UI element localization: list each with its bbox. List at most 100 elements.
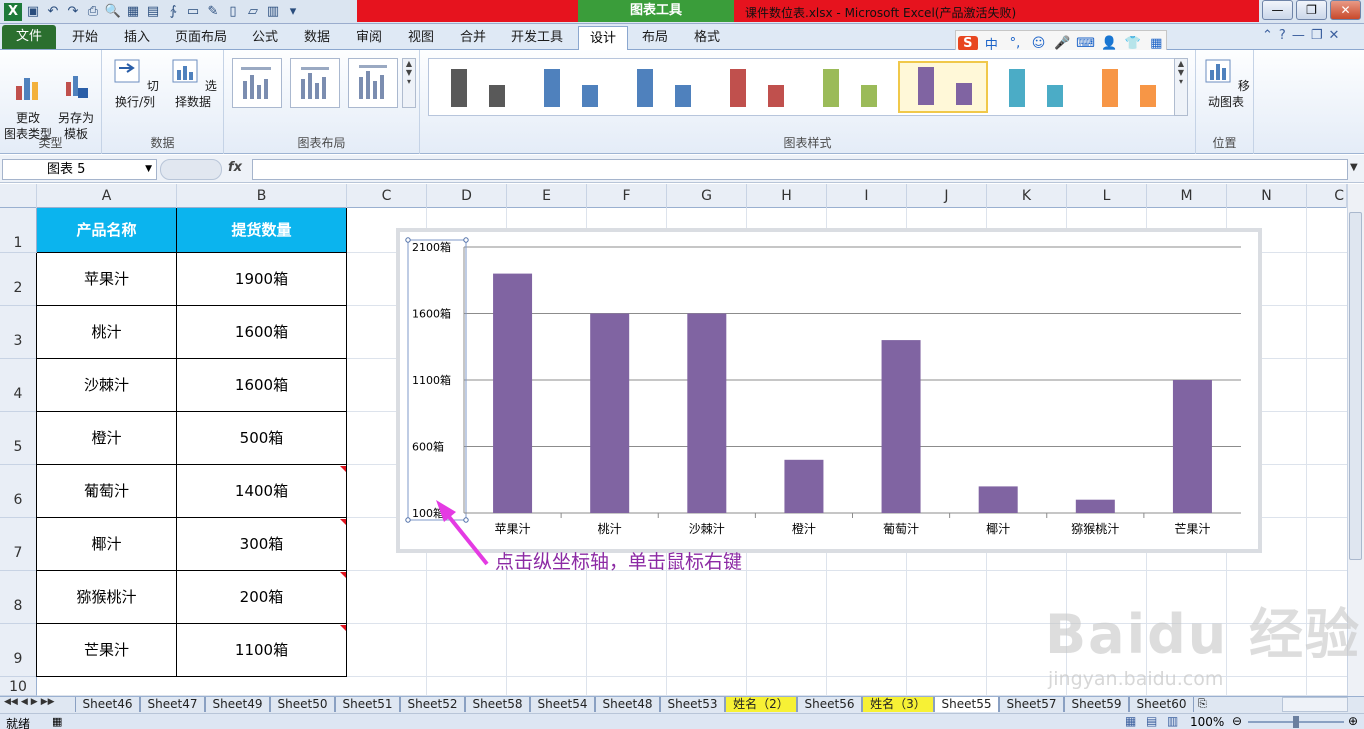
- layout-gallery-scroll[interactable]: ▲ ▼ ▾: [402, 58, 416, 108]
- first-sheet-icon[interactable]: ◀◀: [4, 697, 18, 707]
- sheet-tab[interactable]: 姓名（2）: [725, 697, 797, 712]
- select-all-corner[interactable]: [0, 184, 37, 208]
- doc-restore-icon[interactable]: ❐: [1311, 28, 1323, 43]
- doc-minimize-icon[interactable]: —: [1292, 28, 1305, 43]
- chart-layout-2[interactable]: [290, 58, 340, 108]
- sheet-tab[interactable]: Sheet46: [75, 697, 140, 712]
- comment-indicator[interactable]: [340, 466, 346, 472]
- chart-style-7[interactable]: [991, 61, 1081, 113]
- save-icon[interactable]: ▣: [24, 3, 42, 21]
- excel-app-icon[interactable]: X: [4, 3, 22, 21]
- column-header-c[interactable]: C: [347, 184, 427, 208]
- calculator-icon[interactable]: ▤: [144, 3, 162, 21]
- tab-data[interactable]: 数据: [294, 26, 340, 50]
- restore-button[interactable]: ❐: [1296, 0, 1327, 20]
- table-cell-product[interactable]: 猕猴桃汁: [37, 571, 177, 624]
- collapse-ribbon-icon[interactable]: ⌃: [1262, 28, 1273, 43]
- table-cell-product[interactable]: 沙棘汁: [37, 359, 177, 412]
- table-cell-product[interactable]: 葡萄汁: [37, 465, 177, 518]
- move-chart-button[interactable]: 移动图表: [1198, 56, 1254, 110]
- tab-file[interactable]: 文件: [2, 25, 56, 49]
- table-cell-quantity[interactable]: 1900箱: [177, 253, 347, 306]
- sheet-tab[interactable]: Sheet54: [530, 697, 595, 712]
- document-icon[interactable]: ▯: [224, 3, 242, 21]
- zoom-slider-thumb[interactable]: [1293, 716, 1299, 728]
- formula-bar-splitter[interactable]: [160, 159, 222, 180]
- column-header-n[interactable]: N: [1227, 184, 1307, 208]
- row-header-3[interactable]: 3: [0, 306, 37, 359]
- table-cell-quantity[interactable]: 1400箱: [177, 465, 347, 518]
- sheet-tab[interactable]: Sheet56: [797, 697, 862, 712]
- header-cell-quantity[interactable]: 提货数量: [177, 208, 347, 253]
- table-cell-quantity[interactable]: 300箱: [177, 518, 347, 571]
- row-header-6[interactable]: 6: [0, 465, 37, 518]
- chart-style-4[interactable]: [712, 61, 802, 113]
- column-header-j[interactable]: J: [907, 184, 987, 208]
- row-header-9[interactable]: 9: [0, 624, 37, 677]
- zoom-level[interactable]: 100%: [1190, 715, 1224, 729]
- table-cell-quantity[interactable]: 500箱: [177, 412, 347, 465]
- column-header-e[interactable]: E: [507, 184, 587, 208]
- column-header-f[interactable]: F: [587, 184, 667, 208]
- macro-record-icon[interactable]: ▦: [52, 715, 62, 728]
- account-icon[interactable]: 👤: [1099, 36, 1119, 51]
- zoom-in-icon[interactable]: ⊕: [1348, 714, 1358, 728]
- table-cell-quantity[interactable]: 1600箱: [177, 306, 347, 359]
- save-as-template-button[interactable]: 另存为 模板: [52, 56, 100, 142]
- comment-indicator[interactable]: [340, 572, 346, 578]
- table-cell-quantity[interactable]: 200箱: [177, 571, 347, 624]
- table-cell-product[interactable]: 椰汁: [37, 518, 177, 571]
- normal-view-icon[interactable]: ▦: [1125, 714, 1136, 728]
- column-header-h[interactable]: H: [747, 184, 827, 208]
- sheet-tab[interactable]: Sheet50: [270, 697, 335, 712]
- sheet-tab[interactable]: 姓名（3）: [862, 697, 934, 712]
- tab-merge[interactable]: 合并: [450, 26, 496, 50]
- column-header-m[interactable]: M: [1147, 184, 1227, 208]
- table-cell-product[interactable]: 芒果汁: [37, 624, 177, 677]
- sheet-tab[interactable]: Sheet53: [660, 697, 725, 712]
- preview-icon[interactable]: 🔍: [104, 3, 122, 21]
- emoji-icon[interactable]: ☺: [1029, 36, 1049, 51]
- table-cell-quantity[interactable]: 1100箱: [177, 624, 347, 677]
- tab-formulas[interactable]: 公式: [242, 26, 288, 50]
- column-header-d[interactable]: D: [427, 184, 507, 208]
- table-cell-product[interactable]: 桃汁: [37, 306, 177, 359]
- doc-close-icon[interactable]: ✕: [1328, 28, 1339, 43]
- column-header-l[interactable]: L: [1067, 184, 1147, 208]
- horizontal-scrollbar[interactable]: [1282, 697, 1348, 712]
- chart-style-6[interactable]: [898, 61, 988, 113]
- table-cell-quantity[interactable]: 1600箱: [177, 359, 347, 412]
- row-header-2[interactable]: 2: [0, 253, 37, 306]
- row-header-5[interactable]: 5: [0, 412, 37, 465]
- chart-layout-1[interactable]: [232, 58, 282, 108]
- minimize-button[interactable]: —: [1262, 0, 1293, 20]
- page-break-view-icon[interactable]: ▥: [1167, 714, 1178, 728]
- name-box-dropdown-icon[interactable]: ▼: [145, 160, 152, 179]
- formula-input[interactable]: [252, 159, 1348, 180]
- column-header-a[interactable]: A: [37, 184, 177, 208]
- insert-sheet-icon[interactable]: ⎘: [1198, 697, 1214, 712]
- sogou-icon[interactable]: S: [958, 35, 978, 51]
- tab-view[interactable]: 视图: [398, 26, 444, 50]
- last-sheet-icon[interactable]: ▶▶: [41, 697, 55, 707]
- prev-sheet-icon[interactable]: ◀: [21, 697, 28, 707]
- comment-icon[interactable]: ▱: [244, 3, 262, 21]
- column-header-b[interactable]: B: [177, 184, 347, 208]
- tab-page-layout[interactable]: 页面布局: [168, 26, 234, 50]
- chart-style-3[interactable]: [619, 61, 709, 113]
- vertical-scroll-thumb[interactable]: [1349, 212, 1362, 560]
- table-cell-product[interactable]: 苹果汁: [37, 253, 177, 306]
- sheet-tab[interactable]: Sheet60: [1129, 697, 1194, 712]
- insert-function-icon[interactable]: fx: [228, 160, 242, 175]
- chart-style-8[interactable]: [1084, 61, 1174, 113]
- print-icon[interactable]: ⎙: [84, 3, 102, 21]
- voice-icon[interactable]: 🎤: [1052, 36, 1072, 51]
- sheet-tab[interactable]: Sheet57: [999, 697, 1064, 712]
- tab-design[interactable]: 设计: [578, 26, 628, 50]
- expand-formula-icon[interactable]: ▼: [1350, 162, 1358, 173]
- comment-indicator[interactable]: [340, 519, 346, 525]
- row-header-4[interactable]: 4: [0, 359, 37, 412]
- chart-style-5[interactable]: [805, 61, 895, 113]
- paint-icon[interactable]: ✎: [204, 3, 222, 21]
- sheet-tab[interactable]: Sheet52: [400, 697, 465, 712]
